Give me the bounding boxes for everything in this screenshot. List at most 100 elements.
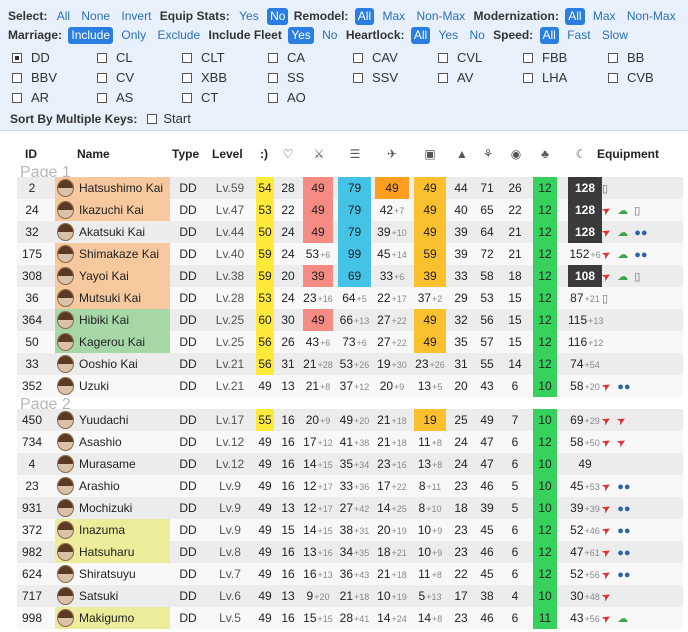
gun-equipment-icon[interactable]: ➤	[597, 475, 616, 499]
remodel-non-max[interactable]: Non-Max	[413, 8, 468, 25]
gun-equipment-icon[interactable]: ➤	[597, 541, 616, 565]
type-filter-as[interactable]: AS	[97, 90, 133, 105]
type-checkbox[interactable]	[12, 73, 22, 83]
ship-name[interactable]: Mochizuki	[77, 499, 134, 517]
gun-equipment-icon[interactable]: ➤	[597, 243, 616, 267]
ship-name-cell[interactable]: Ikazuchi Kai	[55, 199, 170, 221]
ship-name[interactable]: Ooshio Kai	[77, 355, 140, 373]
speed-slow[interactable]: Slow	[599, 27, 631, 44]
type-checkbox[interactable]	[97, 93, 107, 103]
type-filter-bb[interactable]: BB	[608, 50, 644, 65]
ship-name[interactable]: Shiratsuyu	[77, 565, 138, 583]
header-type[interactable]: Type	[172, 147, 199, 161]
type-checkbox[interactable]	[12, 53, 22, 63]
header-id[interactable]: ID	[25, 147, 37, 161]
gun-equipment-icon[interactable]: ➤	[597, 519, 616, 543]
remodel-all[interactable]: All	[354, 8, 375, 25]
table-row[interactable]: 998 Makigumo DD Lv.5 49 16 15+15 28+41 14+24 14+8…	[17, 607, 683, 629]
ship-name[interactable]: Murasame	[77, 455, 138, 473]
type-filter-bbv[interactable]: BBV	[12, 70, 57, 85]
include-fleet-no[interactable]: No	[319, 27, 340, 44]
firepower-icon[interactable]: ⚔	[311, 147, 327, 161]
tube-equipment-icon[interactable]: ▯	[634, 200, 640, 222]
equip-stats-yes[interactable]: Yes	[236, 8, 262, 25]
type-checkbox[interactable]	[268, 93, 278, 103]
ship-name-cell[interactable]: Mochizuki	[55, 497, 170, 519]
type-checkbox[interactable]	[523, 73, 533, 83]
ship-name[interactable]: Mutsuki Kai	[77, 289, 143, 307]
type-filter-ct[interactable]: CT	[182, 90, 218, 105]
bomb-equipment-icon[interactable]: ●●	[634, 222, 647, 244]
ship-name[interactable]: Yayoi Kai	[77, 267, 131, 285]
table-row[interactable]: 352 Uzuki DD Lv.21 49 13 21+8 37+12 20+9 13+5 20 43…	[17, 375, 683, 397]
ship-name[interactable]: Shimakaze Kai	[77, 245, 161, 263]
modernization-non-max[interactable]: Non-Max	[624, 8, 679, 25]
type-checkbox[interactable]	[268, 73, 278, 83]
select-invert-link[interactable]: Invert	[118, 8, 154, 25]
ship-name-cell[interactable]: Satsuki	[55, 585, 170, 607]
select-all-link[interactable]: All	[54, 8, 73, 25]
table-row[interactable]: 717 Satsuki DD Lv.6 49 13 9+20 21+18 10+19 5+13 17…	[17, 585, 683, 607]
gun-equipment-icon[interactable]: ➤	[597, 221, 616, 245]
ship-name-cell[interactable]: Ooshio Kai	[55, 353, 170, 375]
header-name[interactable]: Name	[77, 147, 110, 161]
table-row[interactable]: 372 Inazuma DD Lv.9 49 15 14+15 38+31 20+19 10+9 2…	[17, 519, 683, 541]
ship-name-cell[interactable]: Hibiki Kai	[55, 309, 170, 331]
table-row[interactable]: 36 Mutsuki Kai DD Lv.28 53 24 23+16 64+5 22+17 37…	[17, 287, 683, 309]
marriage-include[interactable]: Include	[68, 27, 114, 44]
modernization-max[interactable]: Max	[590, 8, 619, 25]
bomb-equipment-icon[interactable]: ●●	[617, 564, 630, 586]
header-level[interactable]: Level	[212, 147, 243, 161]
tube-equipment-icon[interactable]: ▯	[634, 266, 640, 288]
bomb-equipment-icon[interactable]: ●●	[634, 244, 647, 266]
ship-name-cell[interactable]: Murasame	[55, 453, 170, 475]
type-filter-lha[interactable]: LHA	[523, 70, 567, 85]
ship-name[interactable]: Yuudachi	[77, 411, 130, 429]
radar-equipment-icon[interactable]: ☁	[617, 266, 628, 288]
type-filter-av[interactable]: AV	[438, 70, 473, 85]
ship-name[interactable]: Hatsuharu	[77, 543, 136, 561]
type-filter-ssv[interactable]: SSV	[353, 70, 398, 85]
radar-equipment-icon[interactable]: ☁	[617, 200, 628, 222]
type-filter-ar[interactable]: AR	[12, 90, 49, 105]
ship-name-cell[interactable]: Hatsushimo Kai	[55, 177, 170, 199]
ship-name[interactable]: Akatsuki Kai	[77, 223, 147, 241]
include-fleet-yes[interactable]: Yes	[288, 27, 314, 44]
type-filter-cvl[interactable]: CVL	[438, 50, 482, 65]
luck-icon[interactable]: ♣	[537, 147, 553, 161]
ship-name[interactable]: Satsuki	[77, 587, 120, 605]
table-row[interactable]: 364 Hibiki Kai DD Lv.25 60 30 49 66+13 27+22 49 32…	[17, 309, 683, 331]
table-row[interactable]: 624 Shiratsuyu DD Lv.7 49 16 16+13 36+43 21+18 11…	[17, 563, 683, 585]
gun-equipment-icon[interactable]: ➤	[597, 375, 616, 399]
table-row[interactable]: 450 Yuudachi DD Lv.17 55 16 20+9 49+20 21+18 19 25…	[17, 409, 683, 431]
type-filter-fbb[interactable]: FBB	[523, 50, 567, 65]
bomb-equipment-icon[interactable]: ●●	[617, 476, 630, 498]
type-filter-clt[interactable]: CLT	[182, 50, 225, 65]
radar-equipment-icon[interactable]: ☁	[617, 244, 628, 266]
gun-equipment-icon[interactable]: ➤	[597, 265, 616, 289]
bomb-equipment-icon[interactable]: ●●	[617, 376, 630, 398]
radar-equipment-icon[interactable]: ☁	[617, 608, 628, 630]
equip-stats-no[interactable]: No	[267, 8, 289, 25]
table-row[interactable]: 50 Kagerou Kai DD Lv.25 56 26 43+6 73+6 27+22 49 3…	[17, 331, 683, 353]
table-row[interactable]: 982 Hatsuharu DD Lv.8 49 16 13+16 34+35 18+21 10+…	[17, 541, 683, 563]
ship-name-cell[interactable]: Makigumo	[55, 607, 170, 629]
sort-start-label[interactable]: Start	[163, 111, 190, 126]
heartlock-yes[interactable]: Yes	[436, 27, 462, 44]
type-checkbox[interactable]	[438, 53, 448, 63]
heart-icon[interactable]: ♡	[280, 147, 296, 161]
remodel-max[interactable]: Max	[379, 8, 408, 25]
sort-start-checkbox[interactable]	[147, 114, 158, 124]
speed-fast[interactable]: Fast	[564, 27, 593, 44]
ship-name[interactable]: Hatsushimo Kai	[77, 179, 165, 197]
los-icon[interactable]: ◉	[508, 147, 524, 161]
ship-name[interactable]: Asashio	[77, 433, 124, 451]
ship-name-cell[interactable]: Arashio	[55, 475, 170, 497]
evasion-icon[interactable]: ▲	[454, 147, 470, 161]
modernization-all[interactable]: All	[565, 8, 585, 25]
heartlock-no[interactable]: No	[466, 27, 487, 44]
ship-name[interactable]: Hibiki Kai	[77, 311, 131, 329]
ship-name-cell[interactable]: Shiratsuyu	[55, 563, 170, 585]
tube-equipment-icon[interactable]: ▯	[602, 288, 608, 310]
type-filter-cvb[interactable]: CVB	[608, 70, 654, 85]
